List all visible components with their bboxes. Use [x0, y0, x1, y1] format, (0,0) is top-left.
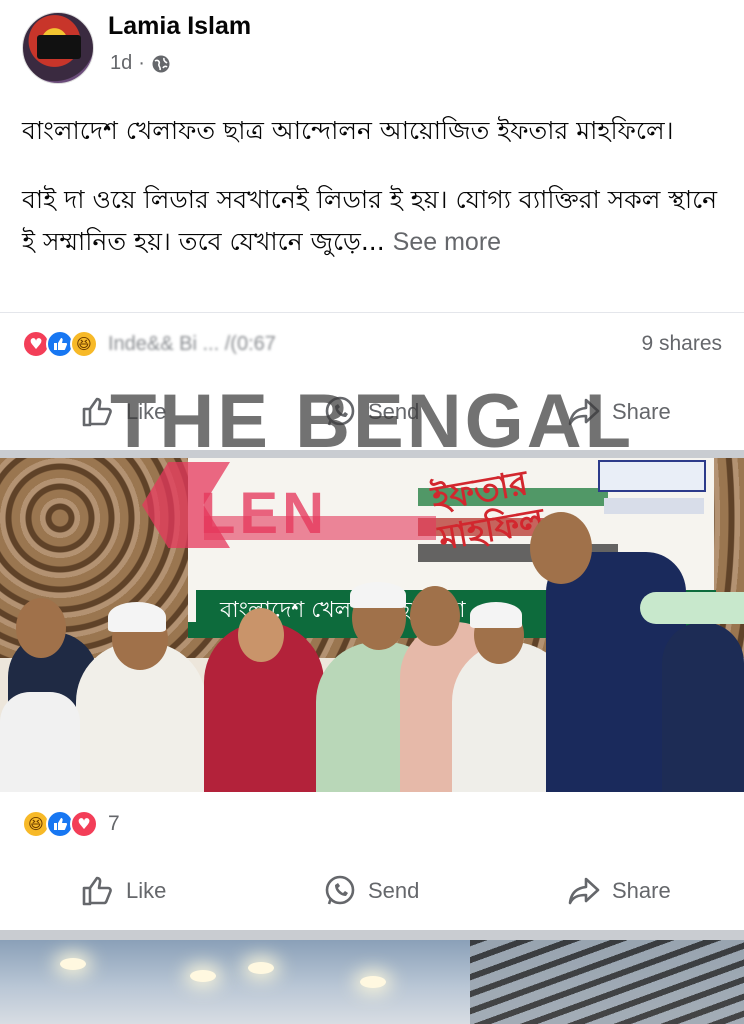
reactions-summary[interactable]: ♥ 😆 Inde&& Bi ... /(0:67 9 shares [22, 326, 722, 362]
person-cap [108, 602, 166, 632]
photo-reactions-summary[interactable]: 😆 ♥ 7 [22, 808, 120, 840]
feed-separator [0, 930, 744, 940]
avatar-sign [37, 35, 81, 59]
person-head [16, 598, 66, 658]
ceiling-light [60, 958, 86, 970]
ceiling-slats [470, 940, 744, 1024]
share-label: Share [612, 878, 671, 903]
person-head [410, 586, 460, 646]
ceiling-light [190, 970, 216, 982]
person-cap [470, 602, 522, 628]
love-icon: ♥ [70, 810, 98, 838]
person-head [530, 512, 592, 584]
shares-count[interactable]: 9 shares [641, 332, 722, 356]
person-head [238, 608, 284, 662]
post-meta: 1d · [110, 52, 171, 75]
person-arm [640, 592, 744, 624]
photo-action-bar: Like Send Share [0, 861, 744, 921]
reactors-text[interactable]: Inde&& Bi ... /(0:67 [108, 333, 276, 356]
whatsapp-icon [325, 875, 355, 905]
like-outline-icon [82, 876, 112, 906]
watermark-text: THE BENGAL [110, 379, 634, 464]
post-paragraph-1: বাংলাদেশ খেলাফত ছাত্র আন্দোলন আয়োজিত ইফ… [22, 116, 674, 145]
share-button[interactable]: Share [566, 861, 671, 921]
send-label: Send [368, 878, 420, 903]
like-label: Like [126, 878, 167, 903]
author-avatar[interactable] [22, 12, 94, 84]
next-post-photo[interactable] [0, 940, 744, 1024]
watermark-logo-text: LEN [200, 481, 328, 546]
ceiling-light [248, 962, 274, 974]
see-more-link[interactable]: See more [393, 228, 501, 256]
banner-venue [604, 498, 704, 514]
send-button[interactable]: Send [322, 861, 419, 921]
post-paragraph-2: বাই দা ওয়ে লিডার সবখানেই লিডার ই হয়। য… [22, 179, 722, 263]
share-icon [568, 877, 600, 905]
post-header: Lamia Islam 1d · [0, 0, 744, 96]
globe-icon[interactable] [151, 54, 171, 74]
like-button[interactable]: Like [80, 861, 166, 921]
post-paragraph-2-text: বাই দা ওয়ে লিডার সবখানেই লিডার ই হয়। য… [22, 185, 718, 256]
post-time[interactable]: 1d [110, 52, 132, 75]
meta-separator: · [138, 52, 145, 74]
author-name[interactable]: Lamia Islam [108, 12, 251, 41]
haha-icon: 😆 [70, 330, 98, 358]
person [662, 622, 744, 792]
post-text: বাংলাদেশ খেলাফত ছাত্র আন্দোলন আয়োজিত ইফ… [22, 110, 722, 290]
person-cap [350, 582, 406, 608]
person-foreground [0, 692, 80, 792]
divider [0, 312, 744, 313]
photo-reaction-count[interactable]: 7 [108, 812, 120, 836]
ceiling-light [360, 976, 386, 988]
post-photo[interactable]: ইফতার মাহফিল বাংলাদেশ খেলাফত ছাত্র আ [0, 458, 744, 792]
